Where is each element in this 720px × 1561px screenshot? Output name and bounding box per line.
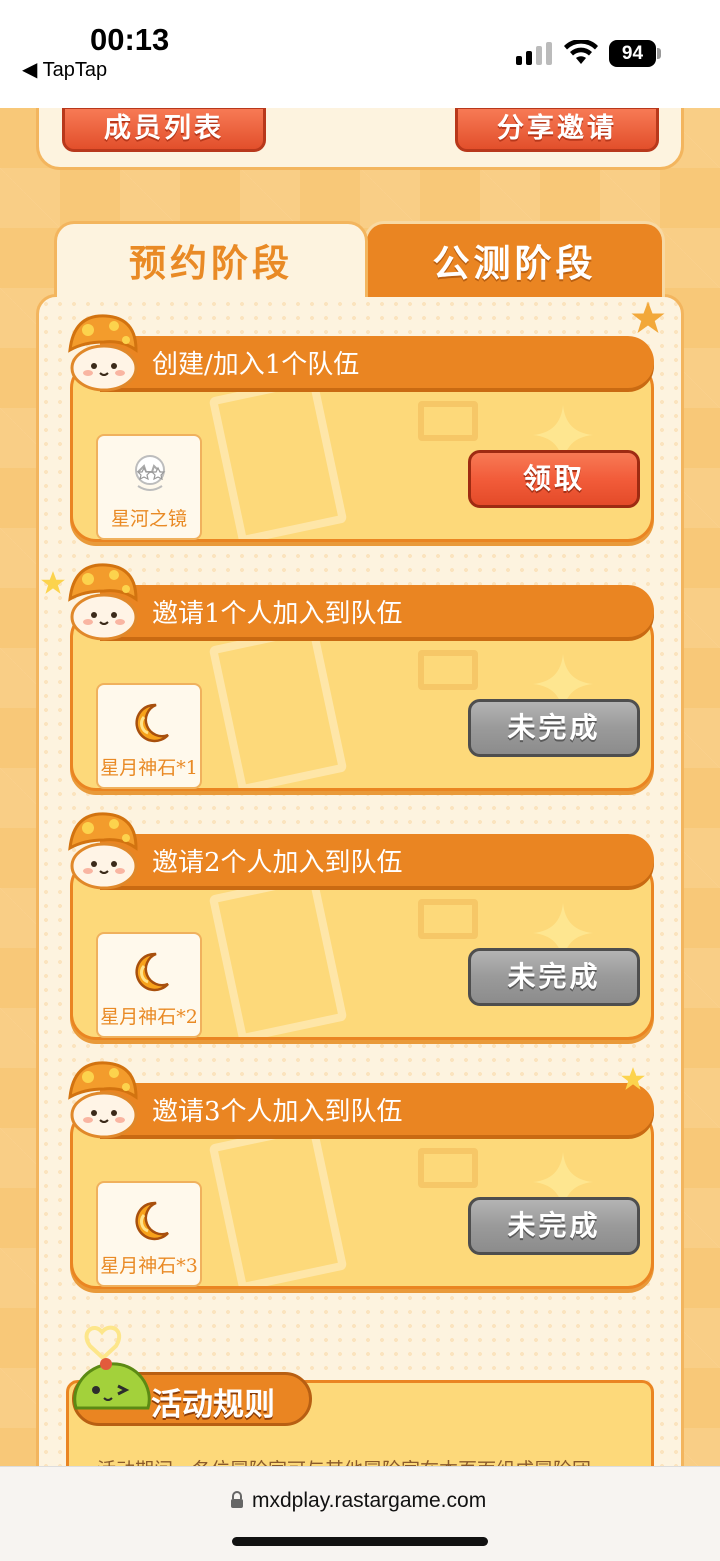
mushroom-mascot-icon [68,1061,138,1139]
task-header: 邀请3个人加入到队伍 [100,1083,654,1135]
task-title: 邀请3个人加入到队伍 [152,1097,403,1127]
background-decoration [418,401,478,441]
browser-address-bar[interactable]: mxdplay.rastargame.com [0,1466,720,1561]
mushroom-mascot-icon [68,563,138,641]
reward-item: 星月神石*3 [96,1181,202,1287]
task-header: 邀请1个人加入到队伍 [100,585,654,637]
reward-label: 星月神石*2 [100,1006,198,1028]
reward-label: 星河之镜 [110,508,187,530]
battery-tip-icon [657,48,661,59]
task-title: 创建/加入1个队伍 [152,350,360,380]
background-decoration [418,650,478,690]
event-page: 成员列表 分享邀请 预约阶段 公测阶段 创建/加入1个队伍 星河之镜 领取 邀请… [0,108,720,1466]
reward-item: 星河之镜 [96,434,202,540]
incomplete-button[interactable]: 未完成 [468,948,640,1006]
task-header: 创建/加入1个队伍 [100,336,654,388]
cellular-signal-icon [516,42,552,65]
background-decoration [418,899,478,939]
crescent-moon-icon [135,703,169,743]
reward-label: 星月神石*3 [100,1255,198,1277]
tab-reservation-stage[interactable]: 预约阶段 [54,221,368,297]
task-header: 邀请2个人加入到队伍 [100,834,654,886]
battery-level: 94 [609,40,656,67]
status-bar: 00:13 ◀ TapTap 94 [0,0,720,108]
star-decoration-icon [631,301,665,333]
share-invite-button[interactable]: 分享邀请 [455,108,659,152]
task-card: 邀请3个人加入到队伍 星月神石*3 未完成 [68,1061,654,1289]
mushroom-mascot-icon [68,314,138,392]
url-text[interactable]: mxdplay.rastargame.com [252,1489,486,1513]
reward-item: 星月神石*1 [96,683,202,789]
incomplete-button[interactable]: 未完成 [468,699,640,757]
star-glasses-icon [135,455,166,491]
crescent-moon-icon [135,1201,169,1241]
reward-label: 星月神石*1 [100,757,198,779]
crescent-moon-icon [135,952,169,992]
background-decoration [208,624,348,788]
background-decoration [208,375,348,539]
background-decoration [418,1148,478,1188]
mushroom-mascot-icon [68,812,138,890]
task-card: 邀请2个人加入到队伍 星月神石*2 未完成 [68,812,654,1040]
claim-button[interactable]: 领取 [468,450,640,508]
star-decoration-icon [621,1067,645,1090]
clock: 00:13 [90,22,170,57]
wifi-icon [564,40,598,64]
incomplete-button[interactable]: 未完成 [468,1197,640,1255]
member-list-button[interactable]: 成员列表 [62,108,266,152]
task-card: 创建/加入1个队伍 星河之镜 领取 [68,314,654,542]
rules-title: 活动规则 [151,1387,275,1423]
reward-item: 星月神石*2 [96,932,202,1038]
tab-public-test-stage[interactable]: 公测阶段 [364,221,665,297]
rules-text: 活动期间，各位冒险家可与其他冒险家在本页面组成冒险团 [97,1455,591,1466]
task-card: 邀请1个人加入到队伍 星月神石*1 未完成 [68,563,654,791]
star-decoration-icon [41,571,65,594]
back-to-app-link[interactable]: ◀ TapTap [22,57,107,82]
home-indicator[interactable] [232,1537,488,1546]
lock-icon [231,1491,243,1508]
background-decoration [208,1122,348,1286]
task-title: 邀请2个人加入到队伍 [152,848,403,878]
background-decoration [208,873,348,1037]
slime-mascot-icon [73,1325,151,1410]
task-title: 邀请1个人加入到队伍 [152,599,403,629]
